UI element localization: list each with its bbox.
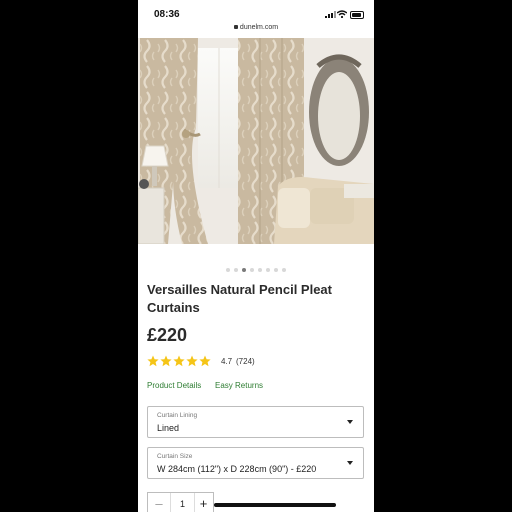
gallery-pagination[interactable]: [138, 259, 374, 277]
gallery-dot[interactable]: [234, 268, 238, 272]
lock-icon: [233, 25, 238, 29]
star-icon: [160, 355, 172, 367]
increase-quantity-button[interactable]: +: [193, 493, 214, 512]
status-time: 08:36: [154, 9, 180, 20]
rating-value: 4.7: [221, 357, 233, 366]
chevron-down-icon: [347, 420, 353, 424]
wifi-icon: [337, 10, 347, 18]
curtain-size-value: W 284cm (112") x D 228cm (90") - £220: [157, 464, 317, 474]
chevron-down-icon: [347, 461, 353, 465]
star-icon: [199, 355, 211, 367]
curtain-size-label: Curtain Size: [157, 453, 193, 460]
quantity-stepper[interactable]: – 1 +: [147, 492, 214, 512]
product-details-link[interactable]: Product Details: [147, 381, 201, 390]
gallery-dot[interactable]: [250, 268, 254, 272]
curtain-size-select[interactable]: Curtain Size W 284cm (112") x D 228cm (9…: [147, 447, 364, 479]
address-bar[interactable]: dunelm.com: [138, 24, 374, 31]
gallery-dot[interactable]: [258, 268, 262, 272]
url-text: dunelm.com: [239, 24, 279, 31]
decrease-quantity-button[interactable]: –: [148, 493, 170, 512]
curtain-lining-label: Curtain Lining: [157, 412, 198, 419]
gallery-dot[interactable]: [266, 268, 270, 272]
product-page: 08:36 dunelm.com Versailles Natural Penc…: [138, 0, 374, 512]
star-icon: [173, 355, 185, 367]
product-price: £220: [147, 325, 188, 345]
home-indicator[interactable]: [214, 503, 336, 507]
curtain-room-photo: [138, 38, 374, 244]
battery-icon: [350, 11, 364, 19]
curtain-lining-value: Lined: [157, 423, 180, 433]
star-icon: [186, 355, 198, 367]
gallery-dot-active[interactable]: [242, 268, 246, 272]
gallery-dot[interactable]: [282, 268, 286, 272]
star-icon: [147, 355, 159, 367]
star-rating[interactable]: [147, 354, 212, 370]
gallery-dot[interactable]: [226, 268, 230, 272]
quantity-value[interactable]: 1: [170, 493, 195, 512]
product-image[interactable]: [138, 38, 374, 244]
product-title: Versailles Natural Pencil Pleat Curtains: [147, 282, 332, 315]
review-count[interactable]: (724): [236, 357, 255, 366]
curtain-lining-select[interactable]: Curtain Lining Lined: [147, 406, 364, 438]
signal-icon: [325, 11, 336, 18]
status-bar: 08:36 dunelm.com: [138, 0, 374, 31]
easy-returns-link[interactable]: Easy Returns: [215, 381, 263, 390]
gallery-dot[interactable]: [274, 268, 278, 272]
